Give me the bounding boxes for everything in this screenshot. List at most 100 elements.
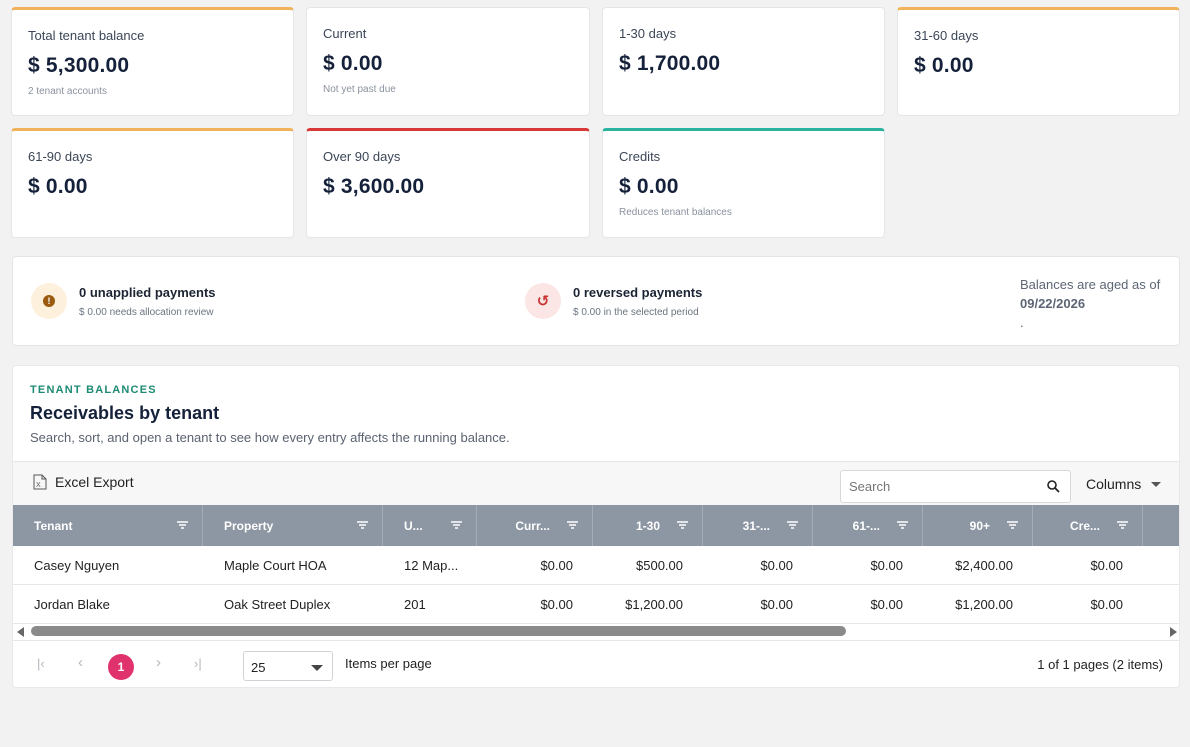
- column-header-label: Cre...: [1069, 518, 1100, 533]
- search-icon[interactable]: [1047, 480, 1060, 493]
- column-header-90-plus[interactable]: 90+: [923, 505, 1033, 546]
- unapplied-payments-notice[interactable]: ! 0 unapplied payments $ 0.00 needs allo…: [31, 283, 216, 319]
- grid-header: Tenant Property U... Curr... 1-30 31-...…: [13, 505, 1179, 546]
- cell-31-60: $0.00: [760, 557, 793, 573]
- scrollbar-thumb[interactable]: [31, 626, 846, 636]
- cell-tenant[interactable]: Jordan Blake: [13, 585, 203, 623]
- cell-31-60: $0.00: [760, 596, 793, 612]
- next-page-icon[interactable]: ›: [156, 654, 161, 671]
- card-label: 31-60 days: [914, 28, 979, 43]
- cell-unit: 12 Map...: [404, 557, 459, 573]
- card-31-60-days: 31-60 days $ 0.00: [897, 7, 1180, 116]
- card-credits: Credits $ 0.00 Reduces tenant balances: [602, 128, 885, 238]
- tenant-balances-grid: Tenant Property U... Curr... 1-30 31-...…: [13, 505, 1179, 624]
- cell-61-90: $0.00: [870, 596, 903, 612]
- card-label: Total tenant balance: [28, 28, 145, 43]
- cell-tenant[interactable]: Casey Nguyen: [13, 546, 203, 584]
- card-current: Current $ 0.00 Not yet past due: [306, 7, 590, 116]
- page-size-value: 25: [251, 660, 266, 675]
- cell-1-30: $1,200.00: [625, 596, 683, 612]
- filter-icon[interactable]: [787, 521, 798, 529]
- card-value: $ 5,300.00: [28, 54, 130, 77]
- card-1-30-days: 1-30 days $ 1,700.00: [602, 7, 885, 116]
- filter-icon[interactable]: [677, 521, 688, 529]
- panel-title: Receivables by tenant: [30, 403, 220, 423]
- columns-label: Columns: [1086, 476, 1142, 492]
- previous-page-icon[interactable]: ‹: [78, 654, 83, 671]
- card-value: $ 1,700.00: [619, 52, 721, 75]
- filter-icon[interactable]: [177, 521, 188, 529]
- filter-icon[interactable]: [1007, 521, 1018, 529]
- table-row[interactable]: Jordan Blake Oak Street Duplex 201 $0.00…: [13, 585, 1179, 624]
- excel-export-button[interactable]: X Excel Export: [33, 474, 134, 490]
- card-value: $ 0.00: [28, 175, 88, 198]
- column-header-label: Property: [224, 518, 274, 533]
- filter-icon[interactable]: [897, 521, 908, 529]
- column-header-label: 1-30: [635, 518, 660, 533]
- card-sub: Reduces tenant balances: [619, 207, 732, 218]
- cell-unit: 201: [404, 596, 426, 612]
- cell-property: Maple Court HOA: [224, 557, 327, 573]
- column-header-tenant[interactable]: Tenant: [13, 505, 203, 546]
- card-over-90-days: Over 90 days $ 3,600.00: [306, 128, 590, 238]
- reversed-payments-notice[interactable]: ↺ 0 reversed payments $ 0.00 in the sele…: [525, 283, 702, 319]
- items-per-page-label: Items per page: [345, 656, 432, 671]
- column-header-overflow: [1143, 505, 1171, 546]
- column-header-current[interactable]: Curr...: [477, 505, 593, 546]
- cell-current: $0.00: [540, 596, 573, 612]
- last-page-icon[interactable]: ›|: [194, 656, 202, 671]
- unapplied-payments-title: 0 unapplied payments: [79, 285, 216, 300]
- excel-export-label: Excel Export: [55, 474, 134, 490]
- filter-icon[interactable]: [357, 521, 368, 529]
- column-header-unit[interactable]: U...: [383, 505, 477, 546]
- page-number-current[interactable]: 1: [108, 654, 134, 680]
- column-header-1-30[interactable]: 1-30: [593, 505, 703, 546]
- card-61-90-days: 61-90 days $ 0.00: [11, 128, 294, 238]
- cell-90-plus: $2,400.00: [955, 557, 1013, 573]
- card-value: $ 3,600.00: [323, 175, 425, 198]
- payment-notices: ! 0 unapplied payments $ 0.00 needs allo…: [12, 256, 1180, 346]
- exclamation-icon: !: [31, 283, 67, 319]
- cell-current: $0.00: [540, 557, 573, 573]
- card-label: Current: [323, 26, 367, 41]
- table-row[interactable]: Casey Nguyen Maple Court HOA 12 Map... $…: [13, 546, 1179, 585]
- card-sub: Not yet past due: [323, 84, 396, 95]
- search-input[interactable]: [841, 471, 1031, 502]
- filter-icon[interactable]: [1117, 521, 1128, 529]
- card-label: 1-30 days: [619, 26, 677, 41]
- column-header-label: U...: [404, 518, 423, 533]
- page-size-select[interactable]: 25: [243, 651, 333, 681]
- panel-description: Search, sort, and open a tenant to see h…: [30, 430, 510, 445]
- filter-icon[interactable]: [451, 521, 462, 529]
- cell-1-30: $500.00: [636, 557, 683, 573]
- aged-date: 09/22/2026: [1020, 296, 1086, 311]
- card-value: $ 0.00: [619, 175, 679, 198]
- card-value: $ 0.00: [323, 52, 383, 75]
- column-header-label: 61-...: [852, 518, 880, 533]
- column-header-31-60[interactable]: 31-...: [703, 505, 813, 546]
- cell-property: Oak Street Duplex: [224, 596, 331, 612]
- first-page-icon[interactable]: |‹: [37, 656, 45, 671]
- horizontal-scrollbar[interactable]: [13, 624, 1179, 638]
- column-header-credits[interactable]: Cre...: [1033, 505, 1143, 546]
- column-header-label: Curr...: [515, 518, 550, 533]
- grid-toolbar: X Excel Export Columns: [13, 461, 1179, 505]
- scroll-left-icon[interactable]: [17, 627, 24, 637]
- card-label: Credits: [619, 149, 661, 164]
- pager: |‹ ‹ 1 › ›| 25 Items per page 1 of 1 pag…: [13, 640, 1179, 687]
- columns-button[interactable]: Columns: [1086, 476, 1162, 492]
- card-label: 61-90 days: [28, 149, 93, 164]
- chevron-down-icon: [311, 665, 323, 671]
- filter-icon[interactable]: [567, 521, 578, 529]
- scroll-right-icon[interactable]: [1170, 627, 1177, 637]
- card-label: Over 90 days: [323, 149, 401, 164]
- column-header-property[interactable]: Property: [203, 505, 383, 546]
- aging-date-note: Balances are aged as of 09/22/2026 .: [1020, 275, 1170, 332]
- cell-credits: $0.00: [1090, 596, 1123, 612]
- page-info: 1 of 1 pages (2 items): [1037, 657, 1163, 672]
- column-header-61-90[interactable]: 61-...: [813, 505, 923, 546]
- card-value: $ 0.00: [914, 54, 974, 77]
- panel-eyebrow: TENANT BALANCES: [30, 384, 157, 396]
- undo-icon: ↺: [525, 283, 561, 319]
- chevron-down-icon: [1151, 481, 1162, 487]
